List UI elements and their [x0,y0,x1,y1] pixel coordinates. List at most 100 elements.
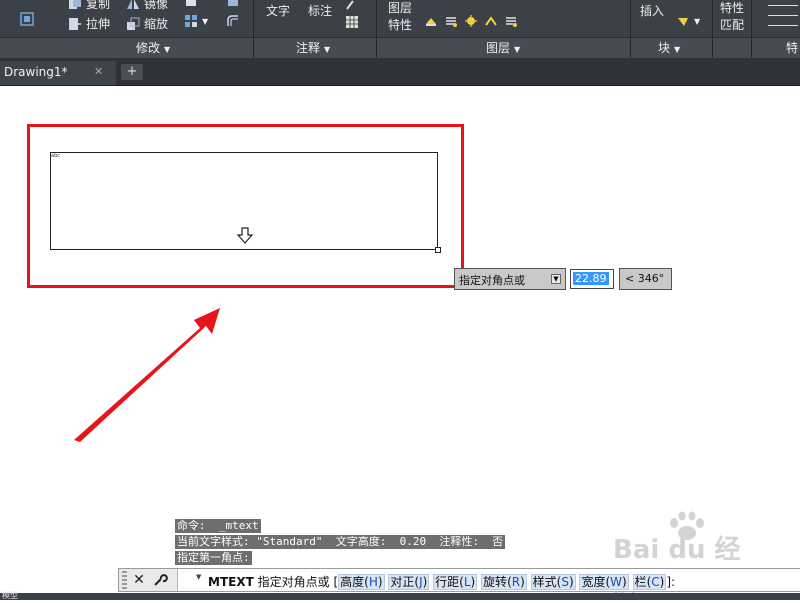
insert-button[interactable]: 插入 [640,2,664,19]
drag-handle[interactable] [122,571,127,589]
linetype-selector[interactable] [756,3,800,33]
layer-tool-5-icon[interactable] [504,14,518,28]
scale-button[interactable]: 缩放 [126,15,168,32]
modify-panel-title[interactable]: 修改 ▼ [136,39,170,56]
command-history-line: 命令: _mtext [175,519,261,533]
mirror-button[interactable]: 镜像 [126,0,168,12]
offset-button[interactable] [226,14,240,28]
stretch-button[interactable]: 拉伸 [68,15,110,32]
properties-panel-label: 特 [786,41,799,55]
status-label[interactable]: 模型 [2,590,18,601]
match-properties-button[interactable]: 特性 匹配 [720,1,744,33]
down-arrow-icon [236,227,254,244]
new-tab-button[interactable]: + [121,64,143,80]
block-tools-button[interactable]: ▼ [676,14,700,28]
chevron-down-icon: ▼ [674,45,681,54]
text-button[interactable]: 文字 [266,2,290,19]
option-key: H [368,575,378,589]
array-icon [20,12,34,26]
close-icon[interactable]: ✕ [94,65,103,78]
erase-icon [186,0,196,6]
option-label: 行距 [435,575,460,589]
option-columns[interactable]: 栏(C) [632,574,667,590]
match-properties-label-2: 匹配 [720,18,745,32]
layer-tool-3-icon[interactable] [464,14,478,28]
dynamic-input-field[interactable]: 22.89 [570,269,614,289]
command-history-line: 当前文字样式: "Standard" 文字高度: 0.20 注释性: 否 [175,535,506,549]
option-label: 样式 [532,575,557,589]
chevron-down-icon: ▼ [324,45,331,54]
annotation-panel-label: 注释 [296,41,321,55]
line-sample [768,5,798,6]
layers-panel-label: 图层 [486,41,511,55]
leader-button[interactable] [345,0,359,11]
dynamic-input-value: 22.89 [573,272,609,285]
ribbon-separator [630,0,631,58]
close-icon[interactable]: ✕ [131,572,147,588]
option-rotation[interactable]: 旋转(R) [481,574,527,590]
ribbon-separator [751,0,752,58]
option-label: 对正 [390,575,415,589]
explode-icon [228,0,238,6]
option-style[interactable]: 样式(S) [530,574,576,590]
corner-grip[interactable] [435,247,441,253]
properties-panel-title[interactable]: 特 [786,39,798,56]
down-arrow-icon[interactable]: ▼ [551,274,561,284]
chevron-down-icon: ▼ [694,16,701,26]
layer-tool-1-icon[interactable] [424,14,438,28]
angle-field[interactable]: < 346° [619,268,672,290]
annotation-panel-title[interactable]: 注释 ▼ [296,39,330,56]
command-name: MTEXT [208,575,254,589]
layer-tool-4-icon[interactable] [484,14,498,28]
option-key: R [511,575,521,589]
option-key: W [610,575,623,589]
grid-array-icon [185,15,197,27]
option-line-spacing[interactable]: 行距(L) [433,574,478,590]
option-width[interactable]: 宽度(W) [579,574,629,590]
chevron-down-icon: ▼ [202,16,209,26]
block-panel-label: 块 [658,41,671,55]
ribbon: 复制 镜像 拉伸 缩放 ▼ 修改 ▼ 文字 标注 注释 ▼ 图层 特性 图层 ▼… [0,0,800,59]
table-button[interactable] [345,15,359,29]
layer-properties-button[interactable]: 图层 特性 [388,1,412,33]
block-panel-title[interactable]: 块 ▼ [658,39,680,56]
copy-button[interactable]: 复制 [68,0,110,12]
file-tab-bar: Drawing1* ✕ + [0,58,800,86]
command-prompt: 指定对角点或 [257,575,330,589]
modify-panel-label: 修改 [136,41,161,55]
layer-properties-label-2: 特性 [388,18,413,32]
rectangular-array-button[interactable] [20,12,34,26]
layers-panel-title[interactable]: 图层 ▼ [486,39,520,56]
watermark: Bai du 经验 [613,511,763,602]
command-history-line: 指定第一角点: [175,551,252,565]
stretch-label: 拉伸 [86,17,111,31]
explode-button[interactable] [226,0,240,8]
scale-icon [127,17,140,30]
option-justify[interactable]: 对正(J) [388,574,430,590]
dimension-button[interactable]: 标注 [308,2,332,19]
chevron-down-icon: ▼ [514,45,521,54]
option-key: J [419,575,423,589]
ribbon-separator [376,0,377,58]
option-height[interactable]: 高度(H) [338,574,385,590]
recent-commands-icon[interactable]: ▼ [196,573,201,581]
ribbon-separator [253,0,254,58]
wrench-icon[interactable] [152,572,168,588]
erase-button[interactable] [184,0,198,8]
command-input[interactable]: ▼ MTEXT 指定对角点或 [高度(H) 对正(J) 行距(L) 旋转(R) … [177,569,800,591]
insert-label: 插入 [640,4,665,18]
option-label: 高度 [340,575,365,589]
match-properties-label-1: 特性 [720,1,745,15]
layer-properties-label-1: 图层 [388,1,413,15]
layer-tools-row [424,14,518,28]
dimension-label: 标注 [308,4,333,18]
block-edit-icon [678,18,688,26]
layer-tool-2-icon[interactable] [444,14,458,28]
mirror-icon [127,0,139,9]
dynamic-prompt: 指定对角点或 ▼ [454,268,566,290]
mirror-label: 镜像 [144,0,169,11]
stretch-icon [69,17,81,30]
tab-drawing1[interactable]: Drawing1* ✕ [0,61,116,85]
array-dropdown-button[interactable]: ▼ [184,14,208,28]
option-key: L [463,575,471,589]
